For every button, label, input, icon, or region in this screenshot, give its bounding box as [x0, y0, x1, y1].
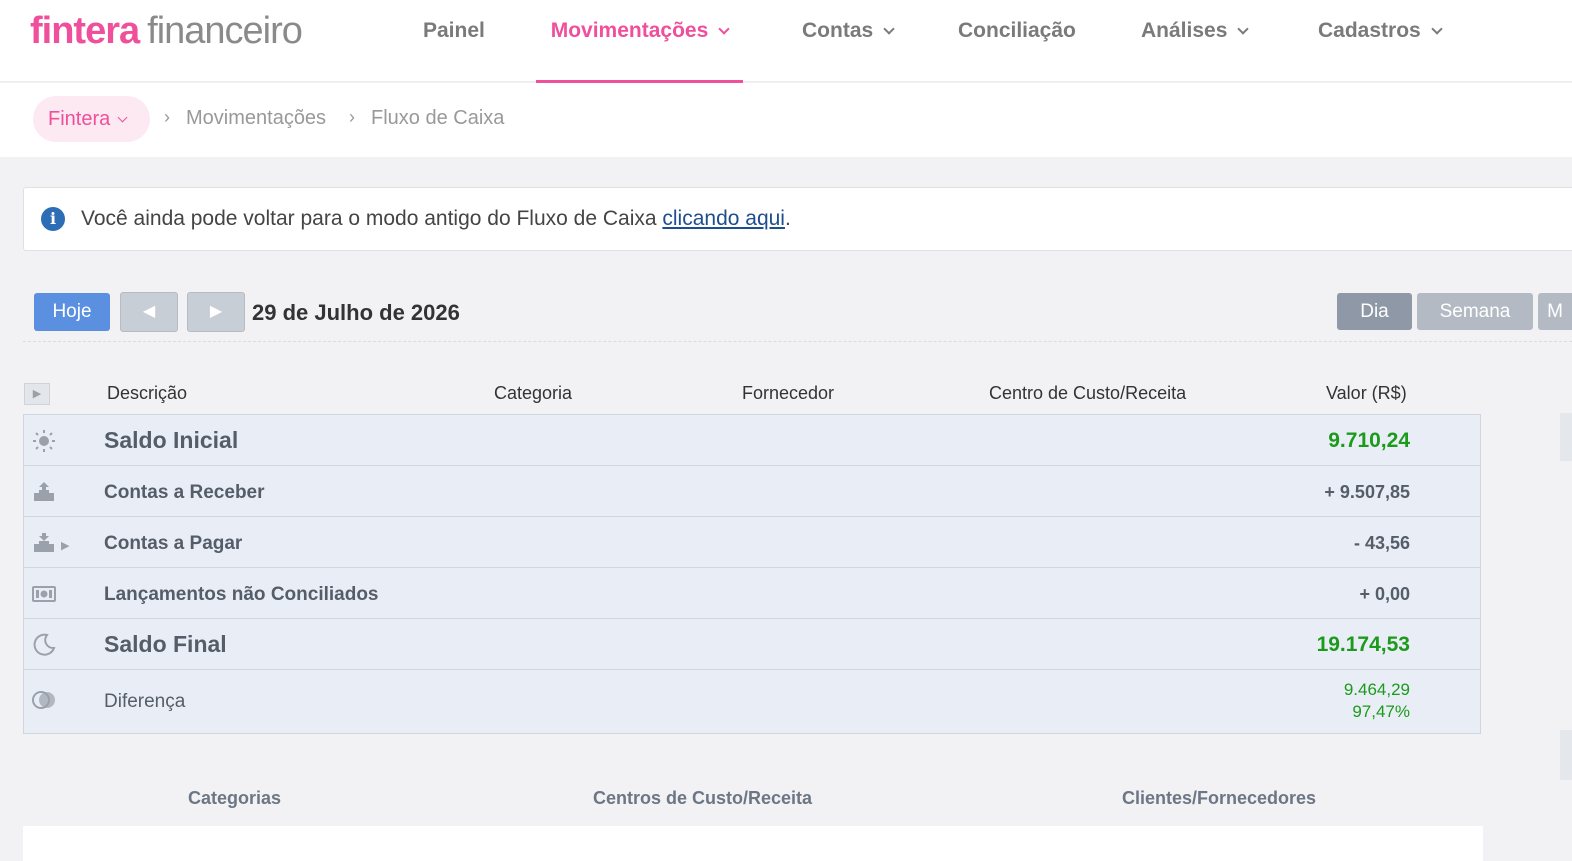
notice-text: Você ainda pode voltar para o modo antig…	[81, 207, 791, 230]
receivable-icon	[32, 480, 56, 504]
chevron-down-icon	[883, 23, 895, 35]
row-label: Saldo Inicial	[104, 427, 239, 453]
info-notice: i Você ainda pode voltar para o modo ant…	[23, 187, 1572, 251]
breadcrumb: Fintera › Movimentações › Fluxo de Caixa	[0, 83, 1572, 157]
next-day-button[interactable]: ▶	[187, 292, 245, 332]
divider	[23, 341, 1572, 342]
row-saldo-final: Saldo Final 19.174,53	[24, 619, 1480, 670]
difference-percent: 97,47%	[1352, 702, 1410, 721]
current-date: 29 de Julho de 2026	[252, 300, 460, 325]
row-diferenca: Diferença 9.464,29 97,47%	[24, 670, 1480, 733]
cash-flow-table: Saldo Inicial 9.710,24 Contas a Receber …	[23, 414, 1481, 734]
expand-all-button[interactable]: ▶	[24, 383, 50, 405]
sun-icon	[32, 429, 56, 453]
chevron-down-icon	[1237, 23, 1250, 35]
prev-day-button[interactable]: ◀	[120, 292, 178, 332]
tab-clientes-fornecedores[interactable]: Clientes/Fornecedores	[1122, 788, 1316, 809]
nav-cadastros[interactable]: Cadastros	[1318, 0, 1443, 82]
logo-brand: fintera	[30, 10, 140, 52]
logo-product: financeiro	[147, 10, 303, 52]
breadcrumb-separator-icon: ›	[164, 107, 170, 127]
side-widget[interactable]	[1560, 413, 1572, 461]
difference-icon	[32, 688, 56, 712]
row-contas-pagar[interactable]: ▶ Contas a Pagar - 43,56	[24, 517, 1480, 568]
row-value: + 0,00	[1359, 584, 1410, 604]
column-centro-custo: Centro de Custo/Receita	[989, 383, 1187, 403]
nav-movimentacoes[interactable]: Movimentações	[536, 0, 743, 83]
logo[interactable]: fintera financeiro	[30, 10, 303, 53]
row-label: Lançamentos não Conciliados	[104, 584, 379, 605]
column-descricao: Descrição	[107, 383, 188, 403]
banknote-icon	[32, 582, 56, 606]
today-button[interactable]: Hoje	[34, 293, 110, 331]
nav-painel[interactable]: Painel	[423, 0, 485, 82]
old-mode-link[interactable]: clicando aqui	[662, 207, 785, 230]
info-icon: i	[41, 207, 65, 231]
chevron-down-icon	[117, 112, 128, 123]
summary-panel	[23, 826, 1483, 861]
tab-categorias[interactable]: Categorias	[188, 788, 281, 809]
nav-analises[interactable]: Análises	[1141, 0, 1250, 82]
row-label: Contas a Pagar	[104, 533, 243, 554]
breadcrumb-separator-icon: ›	[349, 107, 355, 127]
row-label: Saldo Final	[104, 631, 227, 657]
column-categoria: Categoria	[494, 383, 573, 403]
period-week-button[interactable]: Semana	[1417, 293, 1533, 330]
row-saldo-inicial: Saldo Inicial 9.710,24	[24, 415, 1480, 466]
expand-caret-icon[interactable]: ▶	[61, 539, 69, 552]
chevron-down-icon	[718, 23, 730, 35]
row-value: - 43,56	[1353, 533, 1410, 553]
row-value: 19.174,53	[1316, 633, 1410, 656]
column-fornecedor: Fornecedor	[742, 383, 835, 403]
nav-conciliacao[interactable]: Conciliação	[958, 0, 1076, 82]
top-navbar: fintera financeiro Painel Movimentações C…	[0, 0, 1572, 83]
period-month-button[interactable]: M	[1538, 293, 1572, 330]
side-widget[interactable]	[1560, 730, 1572, 780]
company-selector[interactable]: Fintera	[33, 96, 150, 142]
payable-icon	[32, 531, 56, 555]
row-lancamentos-nao-conciliados[interactable]: Lançamentos não Conciliados + 0,00	[24, 568, 1480, 619]
tab-centros-custo[interactable]: Centros de Custo/Receita	[593, 788, 812, 809]
breadcrumb-fluxo-de-caixa: Fluxo de Caixa	[371, 107, 505, 129]
row-value: 9.710,24	[1328, 429, 1410, 452]
row-value: + 9.507,85	[1324, 482, 1410, 502]
moon-icon	[32, 633, 56, 657]
period-day-button[interactable]: Dia	[1337, 293, 1412, 330]
difference-value: 9.464,29	[1343, 680, 1410, 699]
row-label: Diferença	[104, 691, 186, 712]
nav-contas[interactable]: Contas	[802, 0, 895, 82]
column-valor: Valor (R$)	[1326, 383, 1407, 403]
breadcrumb-movimentacoes[interactable]: Movimentações	[186, 107, 326, 130]
row-contas-receber[interactable]: Contas a Receber + 9.507,85	[24, 466, 1480, 517]
chevron-down-icon	[1431, 23, 1443, 35]
row-label: Contas a Receber	[104, 482, 265, 503]
